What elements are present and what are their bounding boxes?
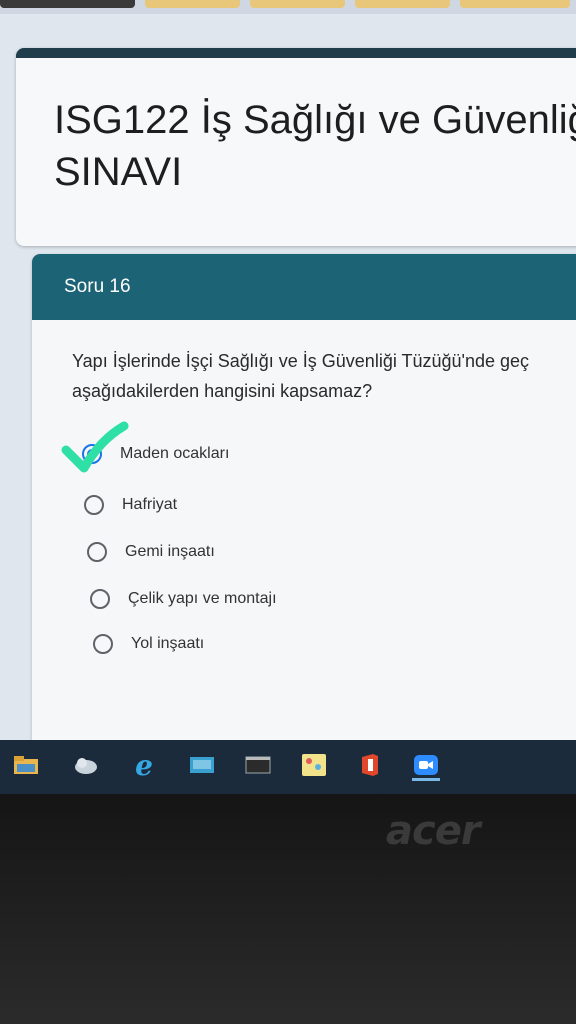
internet-explorer-icon[interactable]: e xyxy=(130,749,158,782)
option-label: Hafriyat xyxy=(122,496,178,513)
radio-button[interactable] xyxy=(93,634,113,654)
cloud-icon[interactable] xyxy=(72,752,100,778)
acer-logo: acer xyxy=(386,808,481,854)
screen-icon[interactable] xyxy=(188,752,216,778)
form-title-card: ISG122 İş Sağlığı ve Güvenliği SINAVI xyxy=(16,48,576,246)
browser-tab-strip xyxy=(0,0,576,14)
browser-tab[interactable] xyxy=(145,0,240,8)
laptop-bezel xyxy=(0,794,576,1024)
radio-button[interactable] xyxy=(87,542,107,562)
form-title: ISG122 İş Sağlığı ve Güvenliği SINAVI xyxy=(54,98,576,194)
terminal-icon[interactable] xyxy=(244,752,272,778)
option-label: Yol inşaatı xyxy=(131,635,205,652)
browser-tab[interactable] xyxy=(460,0,570,8)
option-hafriyat[interactable]: Hafriyat xyxy=(84,495,177,515)
zoom-icon[interactable] xyxy=(412,752,440,781)
windows-taskbar: e xyxy=(0,740,576,794)
browser-tab[interactable] xyxy=(355,0,450,8)
option-label: Gemi inşaatı xyxy=(125,543,215,560)
question-text: Yapı İşlerinde İşçi Sağlığı ve İş Güvenl… xyxy=(72,346,576,406)
question-text-line: aşağıdakilerden hangisini kapsamaz? xyxy=(72,381,373,401)
option-celik-yapi[interactable]: Çelik yapı ve montajı xyxy=(90,589,277,609)
browser-tab[interactable] xyxy=(250,0,345,8)
option-yol-insaati[interactable]: Yol inşaatı xyxy=(93,634,204,654)
office-icon[interactable] xyxy=(356,752,384,778)
option-label: Çelik yapı ve montajı xyxy=(128,590,277,607)
radio-button[interactable] xyxy=(84,495,104,515)
green-checkmark-icon xyxy=(61,421,129,473)
question-text-line: Yapı İşlerinde İşçi Sağlığı ve İş Güvenl… xyxy=(72,351,530,371)
question-number: Soru 16 xyxy=(64,276,131,297)
file-explorer-icon[interactable] xyxy=(12,752,40,778)
browser-tab[interactable] xyxy=(0,0,135,8)
radio-button[interactable] xyxy=(90,589,110,609)
question-header: Soru 16 xyxy=(32,254,576,320)
option-gemi-insaati[interactable]: Gemi inşaatı xyxy=(87,542,215,562)
app-icon[interactable] xyxy=(300,752,328,778)
option-label: Maden ocakları xyxy=(120,445,230,462)
screen: ISG122 İş Sağlığı ve Güvenliği SINAVI So… xyxy=(0,0,576,760)
